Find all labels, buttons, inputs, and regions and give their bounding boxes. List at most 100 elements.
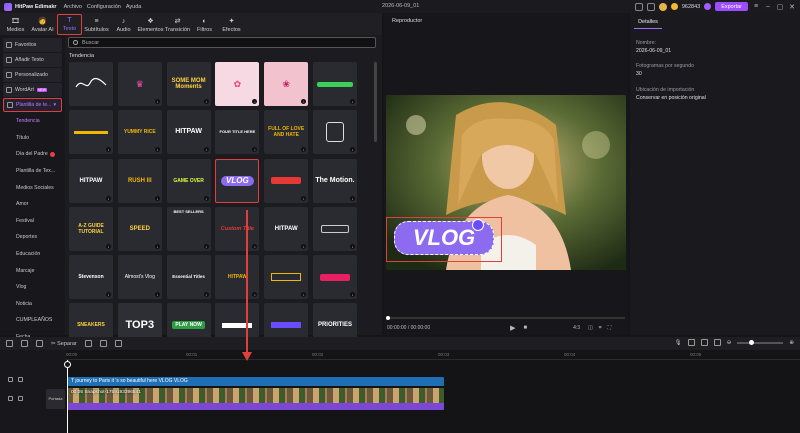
preview-icon[interactable]	[713, 339, 721, 346]
crown-icon[interactable]	[704, 3, 712, 10]
tab-audio[interactable]: ♪ Audio	[111, 14, 136, 35]
category-plantilla-texto[interactable]: Plantilla de Tex...	[0, 163, 65, 180]
download-icon[interactable]: ↓	[252, 292, 258, 298]
cover-button[interactable]: Portada	[46, 389, 65, 409]
undo-icon[interactable]	[6, 340, 13, 347]
template-card[interactable]: ↓	[312, 110, 357, 155]
template-card[interactable]: ↓	[312, 206, 357, 251]
template-card[interactable]: Custom Title ↓	[215, 206, 260, 251]
eye-icon[interactable]	[8, 396, 13, 401]
redo-icon[interactable]	[21, 340, 28, 347]
menu-configuracion[interactable]: Configuración	[87, 4, 121, 10]
screen-icon[interactable]	[634, 2, 643, 11]
playhead[interactable]	[67, 360, 68, 433]
download-icon[interactable]: ↓	[252, 147, 258, 153]
template-card[interactable]: FOUR TITLE HERE ↓	[215, 110, 260, 155]
category-noticia[interactable]: Noticia	[0, 296, 65, 313]
template-card[interactable]: Essential Titles ↓	[166, 255, 211, 300]
playback-progress[interactable]	[386, 316, 625, 320]
download-icon[interactable]: ↓	[154, 147, 160, 153]
template-card[interactable]: HITPAW ↓	[69, 158, 113, 203]
download-icon[interactable]: ↓	[252, 243, 258, 249]
download-icon[interactable]: ↓	[106, 147, 111, 153]
tab-detalles[interactable]: Detalles	[634, 18, 662, 29]
template-card[interactable]	[69, 62, 113, 106]
avatar[interactable]	[658, 2, 667, 11]
category-titulo[interactable]: Título	[0, 130, 65, 147]
template-card[interactable]: HITPAW ↓	[166, 110, 211, 155]
search-input[interactable]: Buscar	[68, 37, 376, 48]
template-card[interactable]: HITPAW ↓	[264, 206, 309, 251]
crop-icon[interactable]	[114, 340, 122, 347]
download-icon[interactable]: ↓	[154, 99, 160, 104]
download-icon[interactable]: ↓	[301, 195, 307, 201]
minimize-icon[interactable]: –	[764, 3, 772, 10]
playhead-handle[interactable]	[64, 361, 71, 368]
download-icon[interactable]: ↓	[154, 195, 160, 201]
category-dia-del-padre[interactable]: Día del Padre	[0, 146, 65, 163]
tab-texto[interactable]: T Texto	[57, 14, 82, 35]
template-card[interactable]: The Motion. ↓	[312, 158, 357, 203]
tab-elementos[interactable]: ❖ Elementos	[138, 14, 164, 35]
download-icon[interactable]: ↓	[106, 292, 111, 298]
template-card[interactable]: GAME OVER ↓	[166, 158, 211, 203]
category-amor[interactable]: Amor	[0, 196, 65, 213]
template-card[interactable]: ↓	[69, 110, 113, 155]
zoom-out-icon[interactable]: ⊖	[727, 340, 732, 346]
template-card[interactable]: Stevenson ↓	[69, 255, 113, 300]
tab-medios[interactable]: 🎞 Medios	[3, 14, 28, 35]
zoom-in-icon[interactable]: ⊕	[789, 340, 794, 346]
download-icon[interactable]: ↓	[203, 292, 209, 298]
template-card[interactable]: A-Z GUIDE TUTORIAL ↓	[69, 206, 113, 251]
template-card-vlog-selected[interactable]: VLOG	[215, 158, 260, 203]
snapshot-icon[interactable]: ◫	[588, 325, 593, 331]
category-marcaje[interactable]: Marcaje	[0, 262, 65, 279]
template-card[interactable]: ✿ ↓	[215, 62, 260, 106]
category-festival[interactable]: Festival	[0, 213, 65, 230]
maximize-icon[interactable]: ▢	[776, 3, 784, 11]
sidebar-item-personalizado[interactable]: Personalizado	[3, 68, 62, 82]
lock-icon[interactable]	[8, 377, 13, 382]
download-icon[interactable]: ↓	[106, 195, 111, 201]
category-tendencia[interactable]: Tendencia	[0, 113, 65, 130]
template-card[interactable]: ♛ ↓	[117, 62, 162, 106]
progress-knob[interactable]	[386, 316, 390, 320]
download-icon[interactable]: ↓	[203, 195, 209, 201]
magnet-icon[interactable]	[700, 339, 708, 346]
download-icon[interactable]: ↓	[349, 243, 355, 249]
mic-icon[interactable]: 🎙	[675, 340, 682, 346]
download-icon[interactable]: ↓	[301, 292, 307, 298]
category-educacion[interactable]: Educación	[0, 246, 65, 263]
sidebar-item-wordart[interactable]: WordArt NEW	[3, 83, 62, 97]
template-scrollbar[interactable]	[374, 62, 377, 142]
template-card[interactable]: YUMMY RICE ↓	[117, 110, 162, 155]
template-card[interactable]: SPEED ↓	[117, 206, 162, 251]
delete-icon[interactable]	[36, 340, 43, 347]
template-card[interactable]: RUSH III ↓	[117, 158, 162, 203]
marker-icon[interactable]	[84, 340, 92, 347]
export-button[interactable]: Exportar	[715, 2, 748, 11]
download-icon[interactable]: ↓	[154, 292, 160, 298]
download-icon[interactable]: ↓	[203, 243, 209, 249]
download-icon[interactable]: ↓	[301, 147, 307, 153]
tab-transicion[interactable]: ⇄ Transición	[165, 14, 190, 35]
video-clip[interactable]: 00:05 Snapshot-1759193396541	[67, 388, 444, 410]
category-vlog[interactable]: Vlog	[0, 279, 65, 296]
template-card[interactable]: ❀ ↓	[264, 62, 309, 106]
download-icon[interactable]: ↓	[349, 147, 355, 153]
aspect-ratio[interactable]: 4:3	[573, 325, 580, 331]
split-button[interactable]: ✂ Separar	[51, 341, 77, 347]
download-icon[interactable]: ↓	[203, 147, 209, 153]
template-card[interactable]: ↓	[264, 158, 309, 203]
timeline-ruler[interactable]: 00:00 00:01 00:02 00:03 00:04 00:05	[66, 350, 800, 360]
sidebar-item-plantilla[interactable]: Plantilla de te... ▾	[3, 98, 62, 112]
template-card[interactable]: SOME MOM Moments ↓	[166, 62, 211, 106]
template-card[interactable]: ↓	[312, 62, 357, 106]
eye-icon[interactable]	[18, 377, 23, 382]
gift-icon[interactable]	[646, 2, 655, 11]
download-icon[interactable]: ↓	[301, 99, 307, 104]
download-icon[interactable]: ↓	[349, 195, 355, 201]
speed-icon[interactable]	[99, 340, 107, 347]
sidebar-item-anadir-texto[interactable]: Añadir Texto	[3, 53, 62, 67]
template-card[interactable]: HITPAW ↓	[215, 255, 260, 300]
